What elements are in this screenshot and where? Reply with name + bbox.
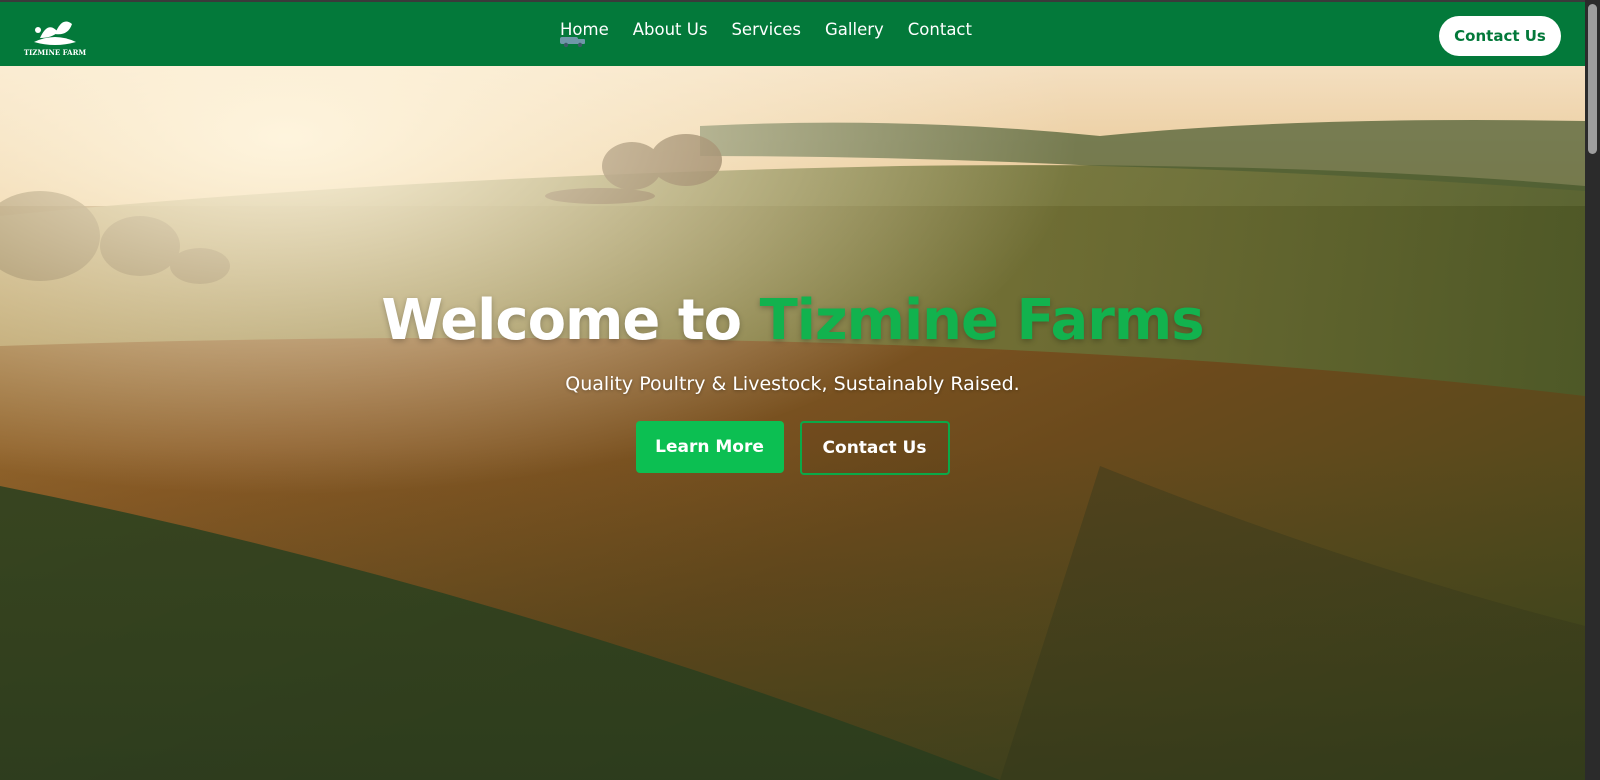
hero-subtitle: Quality Poultry & Livestock, Sustainably… (565, 373, 1020, 395)
page: TIZMINE FARM Home About Us Services Gall… (0, 0, 1600, 780)
hero-content: Welcome to Tizmine Farms Quality Poultry… (0, 288, 1585, 475)
hero-title: Welcome to Tizmine Farms (0, 288, 1585, 353)
main-nav: Home About Us Services Gallery Contact (560, 20, 972, 48)
hero-contact-button[interactable]: Contact Us (799, 421, 950, 475)
farm-leaves-logo-icon: TIZMINE FARM (24, 21, 87, 57)
nav-item-services[interactable]: Services (731, 20, 801, 39)
nav-item-home[interactable]: Home (560, 20, 609, 48)
brand-name: TIZMINE FARM (24, 48, 87, 57)
hero-buttons: Learn More Contact Us (0, 421, 1585, 475)
header-contact-button[interactable]: Contact Us (1439, 16, 1561, 56)
scrollbar-thumb[interactable] (1588, 4, 1597, 154)
hero-title-accent: Tizmine Farms (759, 288, 1205, 353)
hero-title-plain: Welcome to (381, 288, 742, 353)
truck-icon (560, 37, 585, 48)
hero-section: Welcome to Tizmine Farms Quality Poultry… (0, 66, 1585, 780)
learn-more-button[interactable]: Learn More (635, 421, 784, 473)
page-scrollbar[interactable] (1585, 0, 1600, 780)
nav-item-gallery[interactable]: Gallery (825, 20, 884, 39)
nav-item-about[interactable]: About Us (633, 20, 708, 39)
nav-item-contact[interactable]: Contact (908, 20, 972, 39)
site-header: TIZMINE FARM Home About Us Services Gall… (0, 0, 1585, 66)
brand-logo[interactable]: TIZMINE FARM (22, 12, 88, 58)
